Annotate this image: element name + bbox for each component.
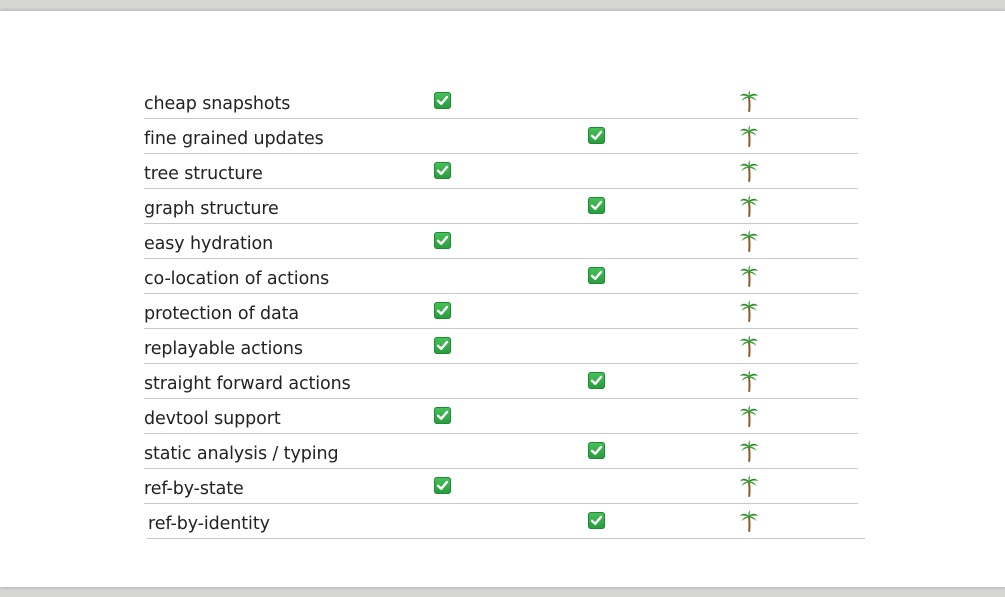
check-icon [434,407,451,424]
table-row: tree structure [144,154,858,189]
check-icon [588,372,605,389]
slide: cheap snapshots fine grained updates tre… [0,11,1005,587]
check-icon [588,442,605,459]
table-row: replayable actions [144,329,858,364]
feature-label: fine grained updates [144,129,324,149]
palm-tree-icon [739,475,759,497]
feature-label: tree structure [144,164,263,184]
feature-label: co-location of actions [144,269,330,289]
table-row: cheap snapshots [144,84,858,119]
table-row: co-location of actions [144,259,858,294]
table-row: ref-by-state [144,469,858,504]
table-row: easy hydration [144,224,858,259]
palm-tree-icon [739,510,759,532]
check-icon [434,337,451,354]
table-row: protection of data [144,294,858,329]
check-icon [434,302,451,319]
table-row: devtool support [144,399,858,434]
check-icon [434,92,451,109]
palm-tree-icon [739,230,759,252]
check-icon [588,267,605,284]
table-row: graph structure [144,189,858,224]
palm-tree-icon [739,405,759,427]
palm-tree-icon [739,440,759,462]
table-row: ref-by-identity [147,504,865,539]
table-row: fine grained updates [144,119,858,154]
check-icon [434,162,451,179]
check-icon [588,197,605,214]
feature-label: cheap snapshots [144,94,291,114]
feature-label: devtool support [144,409,281,429]
palm-tree-icon [739,195,759,217]
comparison-table: cheap snapshots fine grained updates tre… [144,84,865,539]
palm-tree-icon [739,335,759,357]
check-icon [434,477,451,494]
table-row: static analysis / typing [144,434,858,469]
table-row: straight forward actions [144,364,858,399]
feature-label: ref-by-state [144,479,244,499]
check-icon [588,127,605,144]
check-icon [434,232,451,249]
feature-label: static analysis / typing [144,444,339,464]
feature-label: straight forward actions [144,374,351,394]
feature-label: protection of data [144,304,300,324]
palm-tree-icon [739,90,759,112]
palm-tree-icon [739,265,759,287]
palm-tree-icon [739,160,759,182]
feature-label: replayable actions [144,339,303,359]
feature-label: easy hydration [144,234,274,254]
feature-label: ref-by-identity [148,514,270,534]
palm-tree-icon [739,300,759,322]
check-icon [588,512,605,529]
palm-tree-icon [739,125,759,147]
palm-tree-icon [739,370,759,392]
feature-label: graph structure [144,199,279,219]
